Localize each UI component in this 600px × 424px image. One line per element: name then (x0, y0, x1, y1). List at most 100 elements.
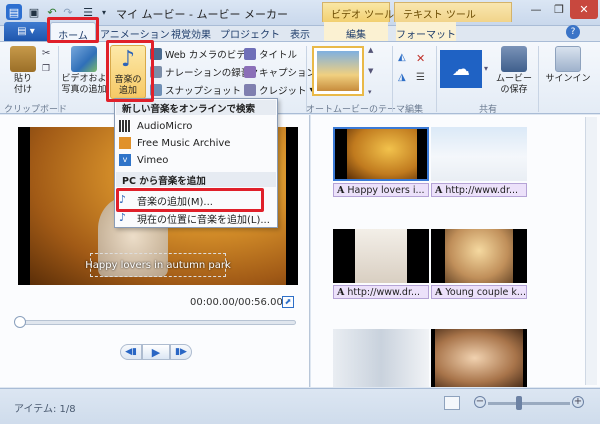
tab-view[interactable]: 表示 (284, 22, 316, 42)
rotate-right-icon[interactable]: ◮ (398, 72, 410, 84)
music-note-icon: ♪ (119, 193, 127, 206)
remove-icon[interactable]: ✕ (416, 52, 428, 65)
menu-item-add-music[interactable]: ♪ 音楽の追加(M)... (119, 192, 275, 208)
theme-gallery-scroll[interactable]: ▲ ▼ ▾ (368, 46, 376, 96)
caption-icon (244, 65, 256, 78)
separator (436, 46, 437, 112)
redo-icon[interactable]: ↷ (60, 4, 76, 20)
clip-thumbnail (435, 329, 523, 387)
play-button[interactable]: ▶ (142, 344, 170, 360)
previous-frame-button[interactable]: ◀▮ (120, 344, 142, 360)
paste-button[interactable]: 貼り 付け (8, 46, 38, 96)
microphone-icon (150, 65, 162, 78)
add-music-menu: 新しい音楽をオンラインで検索 AudioMicro Free Music Arc… (114, 98, 278, 228)
audiomicro-icon (119, 120, 131, 132)
app-icon[interactable]: ▤ (6, 4, 22, 20)
item-count: アイテム: 1/8 (14, 404, 76, 415)
clip-thumbnail (355, 229, 407, 283)
separator (58, 46, 59, 112)
chevron-down-icon[interactable]: ▾ (96, 4, 112, 20)
automovie-theme-default[interactable] (312, 46, 364, 96)
chevron-down-icon[interactable]: ▾ (484, 64, 488, 73)
onedrive-cloud-icon[interactable]: ☁ (440, 50, 482, 88)
clip-thumbnail (333, 329, 429, 387)
video-caption-overlay[interactable]: Happy lovers in autumn park (85, 253, 231, 277)
storyboard-clip[interactable] (431, 229, 527, 283)
caption-strip[interactable]: Ahttp://www.dr... (431, 183, 527, 197)
fma-icon (119, 137, 131, 149)
credits-icon (244, 83, 256, 96)
thumbnail-size-icon[interactable] (444, 396, 460, 410)
seek-thumb[interactable] (14, 316, 26, 328)
menu-item-audiomicro[interactable]: AudioMicro (119, 118, 275, 134)
tab-home[interactable]: ホーム (50, 22, 96, 42)
storyboard-pane: A Happy lovers i... Ahttp://www.dr... Aht… (311, 115, 600, 387)
storyboard-clip[interactable] (431, 127, 527, 181)
help-icon[interactable]: ? (566, 25, 580, 39)
rotate-left-icon[interactable]: ◭ (398, 52, 410, 64)
save-movie-button[interactable]: ムービー の保存 (494, 46, 534, 96)
tab-visual-effects[interactable]: 視覚効果 (166, 22, 216, 42)
vimeo-icon: v (119, 154, 131, 166)
add-music-button[interactable]: ♪ 音楽の 追加 (110, 45, 146, 99)
clip-thumbnail (431, 127, 527, 181)
caption-strip[interactable]: Ahttp://www.dr... (333, 285, 429, 299)
minimize-button[interactable]: — (524, 0, 548, 19)
menu-header-pc: PC から音楽を追加 (116, 172, 276, 187)
menu-item-vimeo[interactable]: v Vimeo (119, 152, 275, 168)
select-all-icon[interactable]: ☰ (416, 72, 428, 84)
close-button[interactable]: ✕ (570, 0, 598, 19)
caption-strip[interactable]: A Young couple k... (431, 285, 527, 299)
add-videos-photos-button[interactable]: ビデオおよ 写真の追加 (62, 46, 107, 96)
cut-icon[interactable]: ✂ (42, 48, 52, 59)
camera-icon (150, 83, 162, 96)
storyboard-scrollbar[interactable] (585, 117, 597, 385)
storyboard-clip[interactable] (333, 229, 429, 283)
ribbon: 貼り 付け ✂ ❐ クリップボード ビデオおよ 写真の追加 ♪ 音楽の 追加 W… (0, 41, 600, 115)
ribbon-tabs: ホーム アニメーション 視覚効果 プロジェクト 表示 編集 フォーマット ? (0, 22, 600, 42)
storyboard-clip[interactable] (431, 329, 527, 387)
zoom-slider-thumb[interactable] (516, 396, 522, 410)
separator (538, 46, 539, 112)
status-bar: アイテム: 1/8 − + (0, 388, 600, 424)
storyboard-clip[interactable] (333, 127, 429, 181)
undo-icon[interactable]: ↶ (44, 4, 60, 20)
caption-strip[interactable]: A Happy lovers i... (333, 183, 429, 197)
clip-thumbnail (445, 229, 513, 283)
record-narration-button[interactable]: ナレーションの録音▾ (150, 64, 257, 79)
save-icon[interactable]: ▣ (26, 4, 42, 20)
tab-animations[interactable]: アニメーション (100, 22, 170, 42)
zoom-in-icon[interactable]: + (572, 396, 584, 408)
menu-item-free-music-archive[interactable]: Free Music Archive (119, 135, 275, 151)
paste-icon (10, 46, 36, 72)
tab-edit[interactable]: 編集 (324, 22, 388, 42)
zoom-slider[interactable] (488, 402, 570, 405)
seek-bar[interactable] (18, 320, 296, 325)
theme-thumbnail (317, 51, 359, 91)
webcam-video-button[interactable]: Web カメラのビデオ (150, 46, 257, 61)
tab-format[interactable]: フォーマット (396, 22, 456, 42)
snapshot-button[interactable]: スナップショット (150, 82, 257, 97)
copy-icon[interactable]: ❐ (42, 64, 52, 74)
quick-access-menu-icon[interactable]: ☰ (80, 4, 96, 20)
zoom-out-icon[interactable]: − (474, 396, 486, 408)
fullscreen-icon[interactable]: ⬈ (282, 296, 294, 308)
music-note-icon: ♪ (120, 47, 136, 72)
scroll-up-icon: ▲ (368, 46, 374, 54)
title-icon (244, 47, 256, 60)
sign-in-button[interactable]: サインイン (542, 46, 594, 85)
menu-item-add-music-at-point[interactable]: ♪ 現在の位置に音楽を追加(L)... (119, 210, 275, 226)
scroll-down-icon: ▼ (368, 67, 374, 75)
maximize-button[interactable]: ❐ (548, 0, 570, 19)
save-movie-icon (501, 46, 527, 72)
group-label-clipboard: クリップボード (4, 105, 68, 115)
storyboard-clip[interactable] (333, 329, 429, 387)
webcam-icon (150, 47, 162, 60)
window-title: マイ ムービー - ムービー メーカー (116, 8, 288, 21)
next-frame-icon: ▮▶ (175, 347, 187, 357)
gallery-expand-icon: ▾ (368, 88, 372, 96)
group-label-edit: 編集 (404, 105, 423, 115)
context-header-video-tools: ビデオ ツール (322, 2, 394, 22)
tab-project[interactable]: プロジェクト (220, 22, 280, 42)
next-frame-button[interactable]: ▮▶ (170, 344, 192, 360)
